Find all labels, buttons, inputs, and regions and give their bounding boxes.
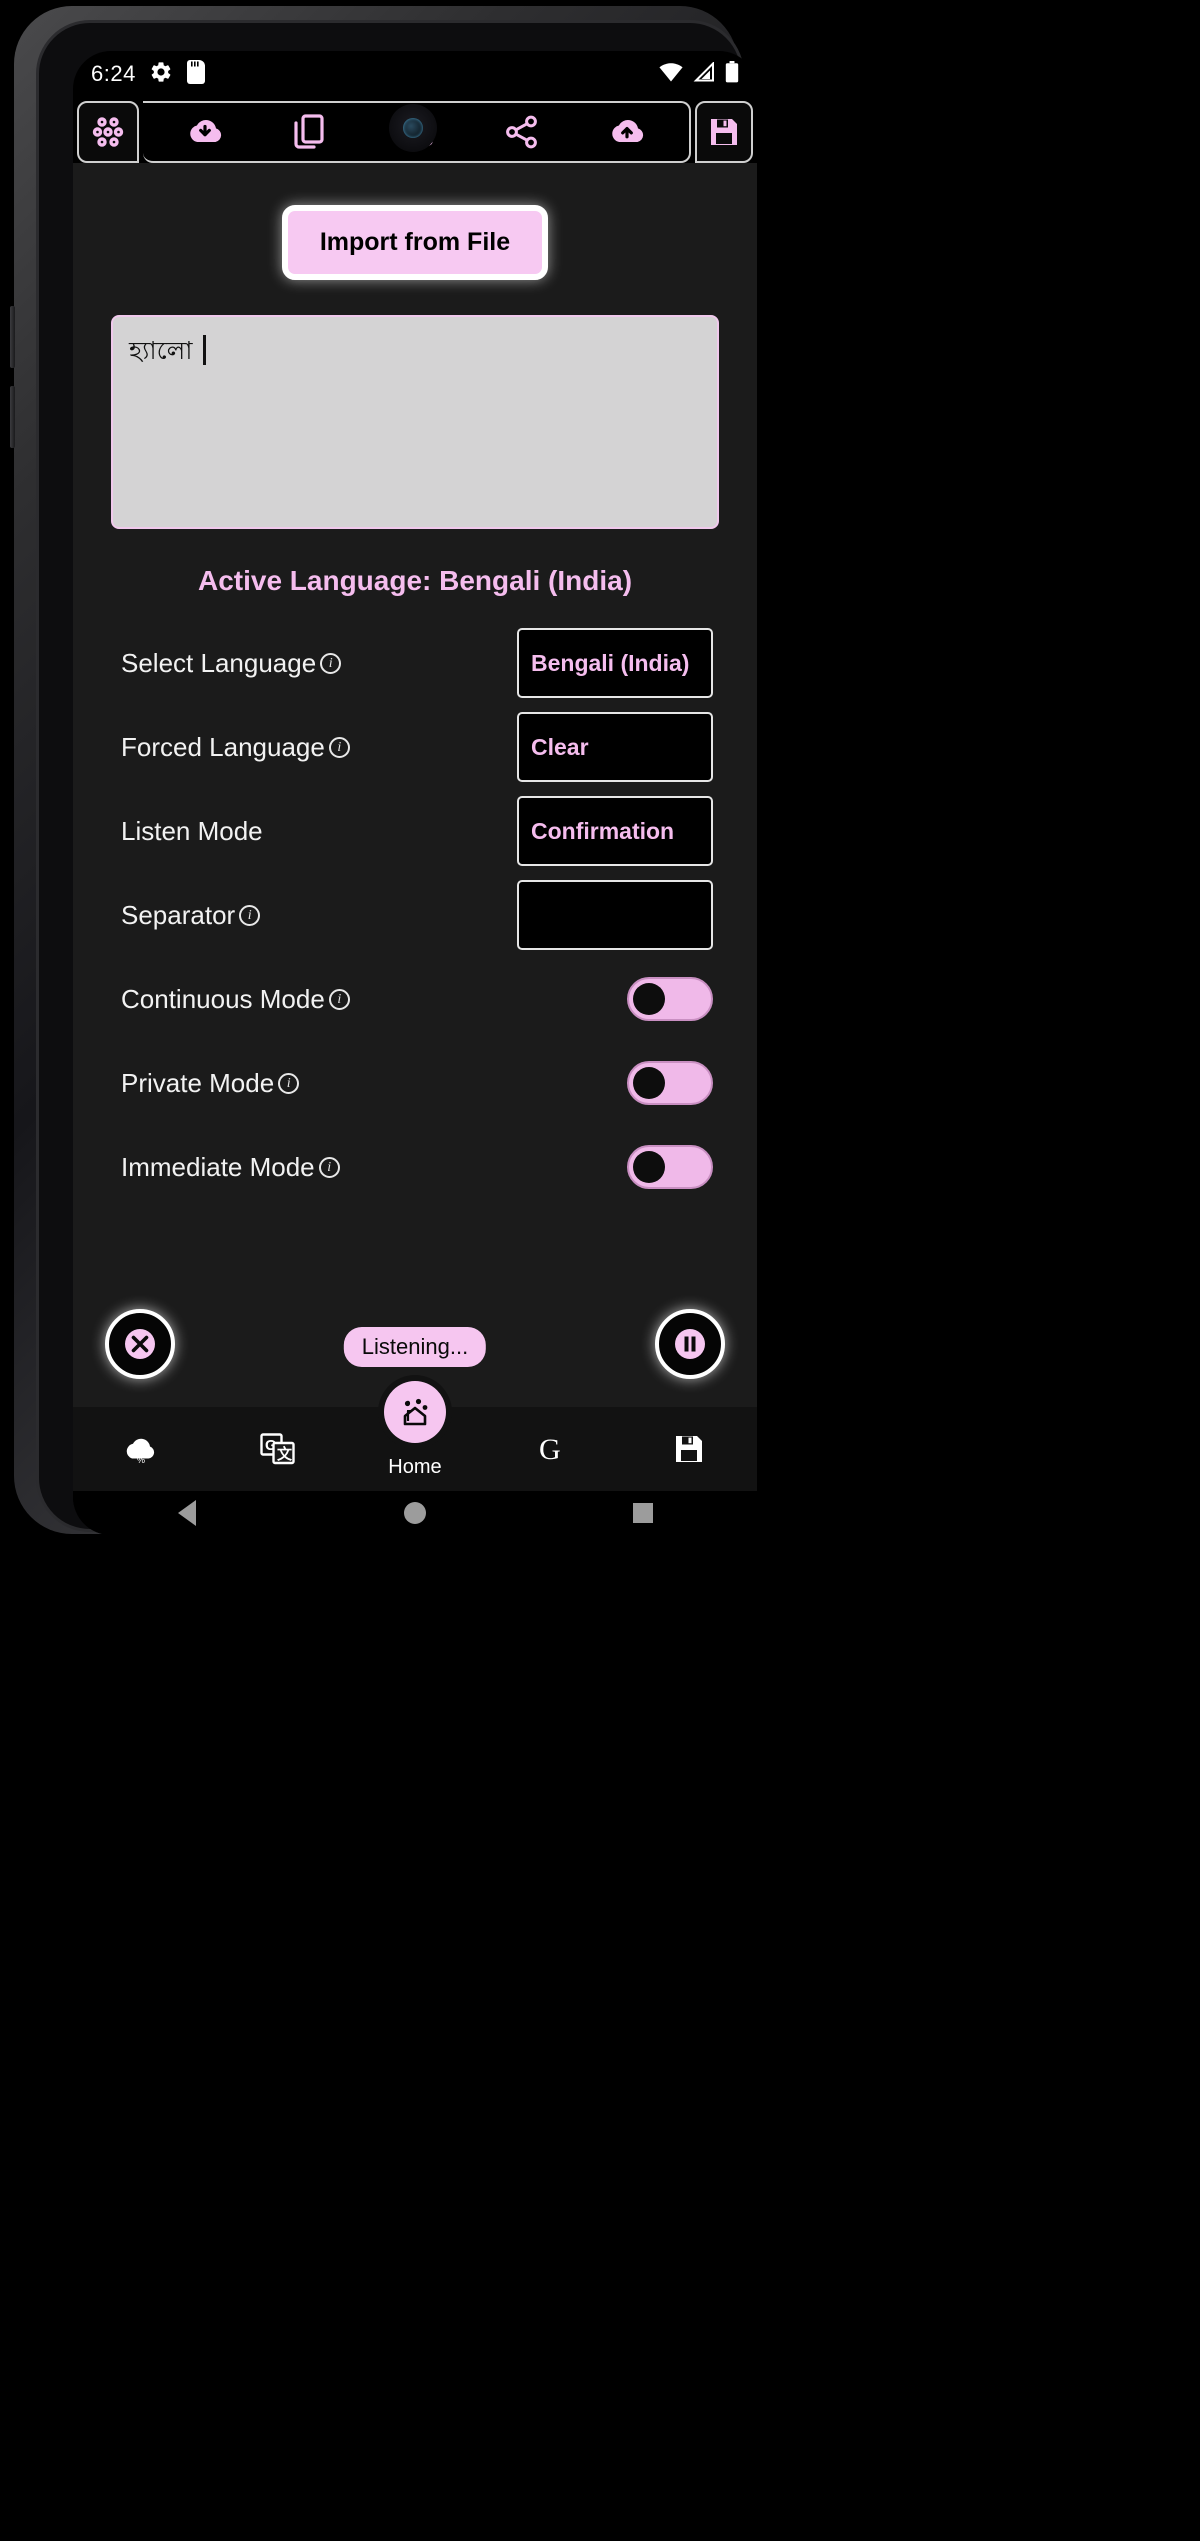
status-time: 6:24 [91, 61, 136, 86]
status-bar: 6:24 [73, 51, 757, 97]
info-icon[interactable]: i [320, 652, 342, 674]
setting-label: Listen Mode [121, 815, 263, 846]
device-frame: 6:24 Import from File হ্যালো Active Lang… [10, 6, 757, 1535]
apps-grid-icon[interactable] [77, 101, 139, 163]
setting-label: Immediate Mode [121, 1151, 315, 1182]
bottom-navigation-bar: % G 文 Home G [73, 1381, 757, 1491]
active-language-heading: Active Language: Bengali (India) [197, 565, 633, 596]
toggle-knob [633, 983, 665, 1015]
private-mode-toggle[interactable] [627, 1061, 713, 1105]
setting-row-continuous-mode: Continuous Mode i [121, 957, 713, 1041]
wifi-icon [659, 62, 683, 87]
home-heart-icon[interactable] [383, 1381, 446, 1443]
volume-up-button[interactable] [10, 306, 15, 368]
nav-item-home[interactable]: Home [347, 1381, 484, 1491]
immediate-mode-toggle[interactable] [627, 1145, 713, 1189]
info-icon[interactable]: i [278, 1072, 300, 1094]
device-bezel: 6:24 Import from File হ্যালো Active Lang… [36, 20, 757, 1535]
status-bar-left: 6:24 [91, 59, 206, 89]
setting-label-wrap: Select Language i [121, 648, 517, 679]
setting-label: Continuous Mode [121, 983, 325, 1014]
info-icon[interactable]: i [328, 736, 350, 758]
continuous-mode-toggle[interactable] [627, 977, 713, 1021]
setting-row-select-language: Select Language i Bengali (India) [121, 621, 713, 705]
svg-text:G: G [539, 1433, 561, 1466]
toggle-knob [633, 1151, 665, 1183]
setting-row-forced-language: Forced Language i Clear [121, 705, 713, 789]
setting-label: Separator [121, 899, 236, 930]
duplicate-icon[interactable] [292, 113, 326, 151]
volume-down-button[interactable] [10, 386, 15, 448]
phone-screen: 6:24 Import from File হ্যালো Active Lang… [73, 51, 757, 1535]
floppy-save-icon[interactable] [695, 101, 753, 163]
signal-icon [692, 60, 716, 87]
setting-row-listen-mode: Listen Mode Confirmation [121, 789, 713, 873]
gear-icon [149, 60, 173, 89]
recents-square-icon[interactable] [608, 1491, 678, 1535]
info-icon[interactable]: i [328, 988, 350, 1010]
setting-row-separator: Separator i [121, 873, 713, 957]
nav-item-google[interactable]: G [483, 1407, 620, 1491]
svg-text:文: 文 [277, 1445, 293, 1463]
close-x-icon[interactable] [105, 1309, 175, 1379]
setting-label-wrap: Listen Mode [121, 816, 517, 847]
setting-label-wrap: Forced Language i [121, 732, 517, 763]
setting-label-wrap: Immediate Mode i [121, 1152, 627, 1183]
setting-label: Forced Language [121, 731, 325, 762]
setting-row-immediate-mode: Immediate Mode i [121, 1125, 713, 1209]
status-bar-right [659, 60, 739, 88]
cloud-upload-icon[interactable] [607, 115, 647, 149]
action-row: Listening... [73, 1301, 757, 1393]
nav-item-weather[interactable]: % [73, 1407, 210, 1491]
back-triangle-icon[interactable] [152, 1491, 222, 1535]
listening-status-badge: Listening... [343, 1327, 487, 1367]
setting-row-private-mode: Private Mode i [121, 1041, 713, 1125]
sd-card-icon [186, 59, 206, 89]
toggle-knob [633, 1067, 665, 1099]
nav-item-translate[interactable]: G 文 [210, 1407, 347, 1491]
settings-list: Select Language i Bengali (India) Forced… [121, 621, 713, 1209]
svg-text:%: % [137, 1455, 145, 1465]
setting-label-wrap: Continuous Mode i [121, 984, 627, 1015]
setting-label: Private Mode [121, 1067, 275, 1098]
separator-value[interactable] [517, 880, 713, 950]
transcript-textarea[interactable]: হ্যালো [111, 315, 719, 529]
battery-icon [725, 60, 739, 88]
front-camera-icon [389, 104, 437, 152]
camera-lens-icon [403, 118, 423, 138]
info-icon[interactable]: i [318, 1156, 340, 1178]
forced-language-value[interactable]: Clear [517, 712, 713, 782]
home-circle-icon[interactable] [380, 1491, 450, 1535]
import-from-file-button[interactable]: Import from File [281, 205, 549, 280]
info-icon[interactable]: i [239, 904, 261, 926]
listen-mode-value[interactable]: Confirmation [517, 796, 713, 866]
text-caret [202, 335, 206, 365]
pause-circle-icon[interactable] [655, 1309, 725, 1379]
android-system-nav [73, 1491, 757, 1535]
transcript-text: হ্যালো [129, 337, 193, 365]
import-button-wrap: Import from File [73, 205, 757, 280]
share-icon[interactable] [504, 114, 540, 150]
setting-label: Select Language [121, 647, 317, 678]
nav-label-home: Home [388, 1456, 442, 1478]
setting-label-wrap: Private Mode i [121, 1068, 627, 1099]
app-content: Import from File হ্যালো Active Language:… [73, 163, 757, 1407]
nav-item-save[interactable] [620, 1407, 757, 1491]
select-language-value[interactable]: Bengali (India) [517, 628, 713, 698]
cloud-download-icon[interactable] [185, 115, 225, 149]
setting-label-wrap: Separator i [121, 900, 517, 931]
